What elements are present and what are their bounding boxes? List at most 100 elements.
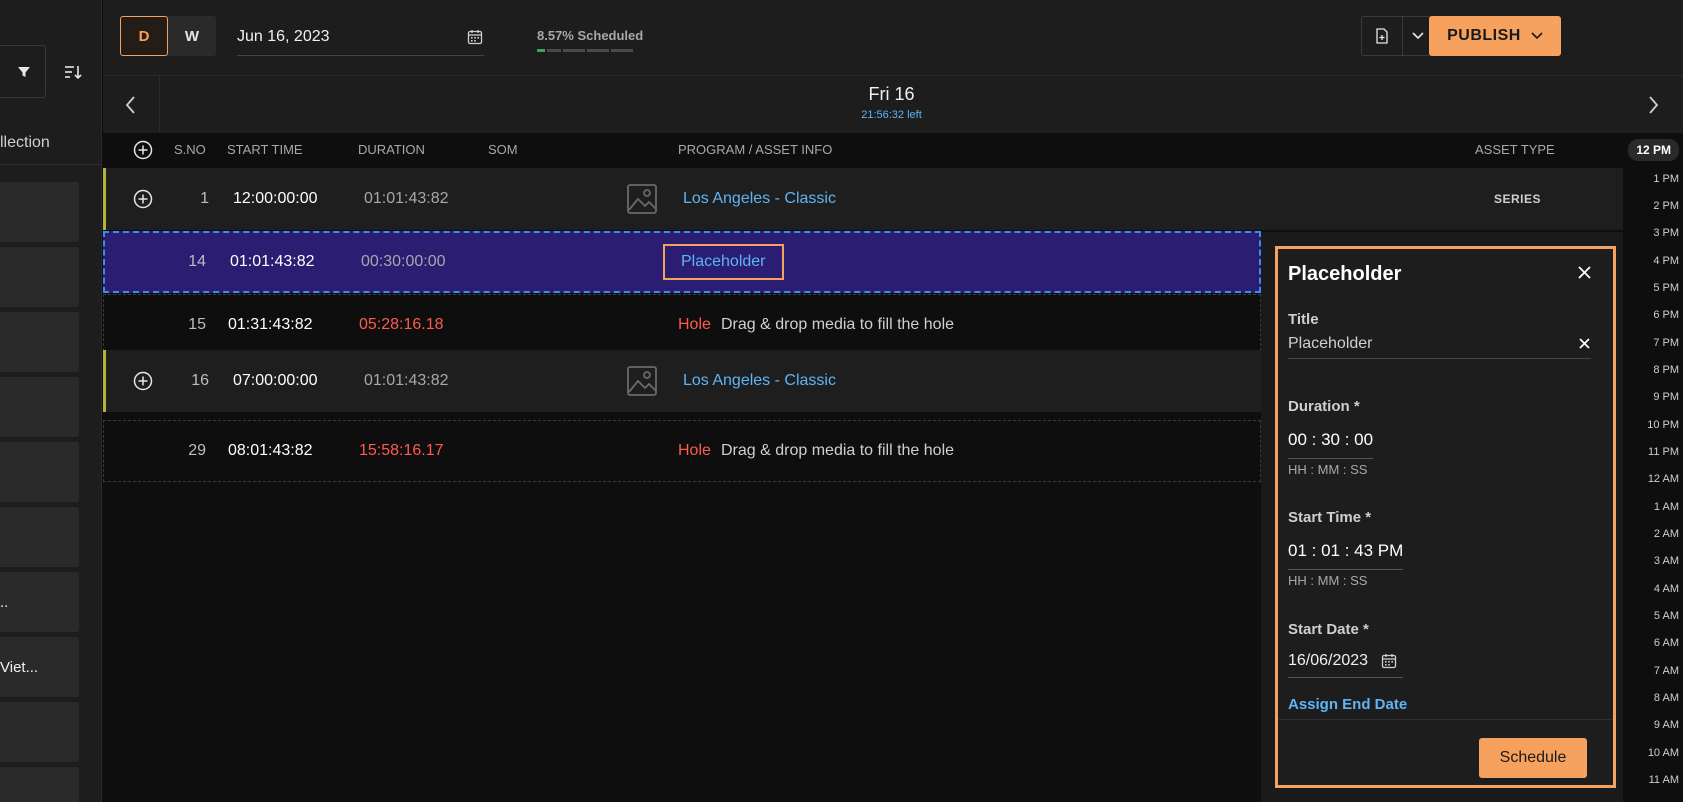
duration-label: Duration *	[1288, 398, 1360, 415]
calendar-icon[interactable]	[466, 28, 484, 46]
asset-card[interactable]	[0, 507, 79, 567]
hour-label[interactable]: 9 AM	[1654, 719, 1679, 731]
asset-card[interactable]: ..	[0, 572, 79, 632]
assign-end-date-link[interactable]: Assign End Date	[1288, 696, 1407, 713]
time-left: 21:56:32 left	[861, 109, 922, 121]
hour-label[interactable]: 8 AM	[1654, 692, 1679, 704]
hole-row[interactable]: 29 08:01:43:82 15:58:16.17 Hole Drag & d…	[103, 420, 1261, 482]
progress-bar	[537, 49, 643, 52]
row-start-time: 07:00:00:00	[233, 372, 318, 389]
hour-label[interactable]: 3 PM	[1653, 227, 1679, 239]
publish-button[interactable]: PUBLISH	[1429, 16, 1561, 56]
program-link[interactable]: Los Angeles - Classic	[683, 190, 836, 208]
week-view-button[interactable]: W	[168, 16, 216, 56]
hour-label[interactable]: 10 AM	[1648, 747, 1679, 759]
add-all-icon[interactable]	[133, 140, 153, 160]
hour-label[interactable]: 4 PM	[1653, 255, 1679, 267]
hour-label[interactable]: 11 PM	[1648, 446, 1679, 458]
row-duration: 01:01:43:82	[364, 372, 449, 389]
hour-label[interactable]: 11 AM	[1649, 774, 1679, 786]
hour-label[interactable]: 7 AM	[1654, 665, 1679, 677]
calendar-icon[interactable]	[1380, 652, 1398, 670]
duration-hint: HH : MM : SS	[1288, 462, 1368, 477]
asset-card[interactable]	[0, 702, 79, 762]
start-date-field[interactable]: 16/06/2023	[1288, 644, 1403, 678]
table-row[interactable]: 16 07:00:00:00 01:01:43:82 Los Angeles -…	[103, 350, 1261, 412]
asset-card[interactable]	[0, 182, 79, 242]
hour-label[interactable]: 2 AM	[1654, 528, 1679, 540]
hour-label[interactable]: 9 PM	[1653, 391, 1679, 403]
header-program: PROGRAM / ASSET INFO	[678, 142, 833, 157]
table-row[interactable]: 1 12:00:00:00 01:01:43:82 Los Angeles - …	[103, 168, 1623, 230]
asset-card[interactable]: Viet...	[0, 637, 79, 697]
hour-label[interactable]: 2 PM	[1653, 200, 1679, 212]
start-time-hint: HH : MM : SS	[1288, 573, 1368, 588]
start-date-label: Start Date *	[1288, 621, 1369, 638]
clear-icon[interactable]	[1577, 337, 1591, 351]
panel-footer: Schedule	[1278, 719, 1613, 785]
collection-tab[interactable]: llection	[0, 134, 50, 152]
duration-input[interactable]: 00 : 30 : 00	[1288, 430, 1374, 459]
day-header: Fri 16 21:56:32 left	[160, 76, 1623, 133]
schedule-button[interactable]: Schedule	[1479, 738, 1587, 778]
current-hour: 12 PM	[1628, 139, 1679, 161]
add-icon[interactable]	[133, 371, 153, 391]
chevron-down-icon	[1531, 32, 1543, 40]
panel-title: Placeholder	[1288, 263, 1402, 285]
row-duration: 15:58:16.17	[359, 442, 444, 459]
asset-card[interactable]	[0, 247, 79, 307]
asset-card[interactable]	[0, 442, 79, 502]
hour-label[interactable]: 10 PM	[1647, 419, 1679, 431]
filter-icon[interactable]	[14, 62, 34, 82]
header-asset-type: ASSET TYPE	[1475, 142, 1555, 157]
table-row-selected[interactable]: 14 01:01:43:82 00:30:00:00 Placeholder	[103, 231, 1261, 293]
row-start-time: 01:01:43:82	[230, 253, 315, 270]
asset-card[interactable]	[0, 377, 79, 437]
chevron-down-icon[interactable]	[1402, 17, 1432, 55]
hour-label[interactable]: 6 PM	[1653, 309, 1679, 321]
date-value: Jun 16, 2023	[237, 27, 330, 45]
hour-label[interactable]: 5 PM	[1653, 282, 1679, 294]
hole-row[interactable]: 15 01:31:43:82 05:28:16.18 Hole Drag & d…	[103, 294, 1261, 356]
title-field[interactable]: Placeholder	[1288, 329, 1591, 359]
row-sno: 29	[188, 442, 206, 459]
asset-card[interactable]	[0, 312, 79, 372]
file-icon[interactable]	[1362, 17, 1402, 55]
hour-label[interactable]: 6 AM	[1654, 637, 1679, 649]
start-date-value: 16/06/2023	[1288, 651, 1369, 669]
prev-day-button[interactable]	[103, 76, 160, 133]
hour-label[interactable]: 3 AM	[1654, 555, 1679, 567]
header-sno: S.NO	[174, 142, 206, 157]
placeholder-link[interactable]: Placeholder	[663, 244, 784, 280]
start-time-label: Start Time *	[1288, 509, 1372, 526]
add-icon[interactable]	[133, 189, 153, 209]
hour-label[interactable]: 12 AM	[1648, 473, 1679, 485]
hour-label[interactable]: 4 AM	[1654, 583, 1679, 595]
toolbar: D W Jun 16, 2023 8.57% Scheduled PUBLISH	[103, 0, 1683, 76]
day-view-button[interactable]: D	[120, 16, 168, 56]
next-day-button[interactable]	[1623, 76, 1683, 133]
hour-label[interactable]: 7 PM	[1653, 337, 1679, 349]
hour-label[interactable]: 1 AM	[1654, 501, 1679, 513]
sort-icon[interactable]	[62, 62, 84, 82]
asset-type: SERIES	[1494, 192, 1542, 206]
row-sno: 14	[188, 253, 206, 270]
hour-label[interactable]: 5 AM	[1654, 610, 1679, 622]
time-rail: 12 PM 1 PM 2 PM 3 PM 4 PM 5 PM 6 PM 7 PM…	[1623, 133, 1683, 802]
asset-card[interactable]	[0, 767, 79, 802]
close-icon[interactable]	[1575, 263, 1593, 281]
hour-label[interactable]: 8 PM	[1653, 364, 1679, 376]
row-duration: 05:28:16.18	[359, 316, 444, 333]
date-picker[interactable]: Jun 16, 2023	[237, 18, 484, 56]
program-link[interactable]: Los Angeles - Classic	[683, 372, 836, 390]
publish-label: PUBLISH	[1447, 27, 1521, 44]
placeholder-panel: Placeholder Title Placeholder Duration *…	[1275, 246, 1616, 788]
start-time-input[interactable]: 01 : 01 : 43 PM	[1288, 541, 1404, 570]
hour-label[interactable]: 1 PM	[1653, 173, 1679, 185]
hole-label: Hole	[678, 316, 711, 333]
hole-text: Drag & drop media to fill the hole	[721, 316, 955, 333]
image-icon	[625, 182, 659, 216]
view-toggle: D W	[120, 16, 216, 56]
table-header: S.NO START TIME DURATION SOM PROGRAM / A…	[103, 133, 1623, 167]
hole-label: Hole	[678, 442, 711, 459]
